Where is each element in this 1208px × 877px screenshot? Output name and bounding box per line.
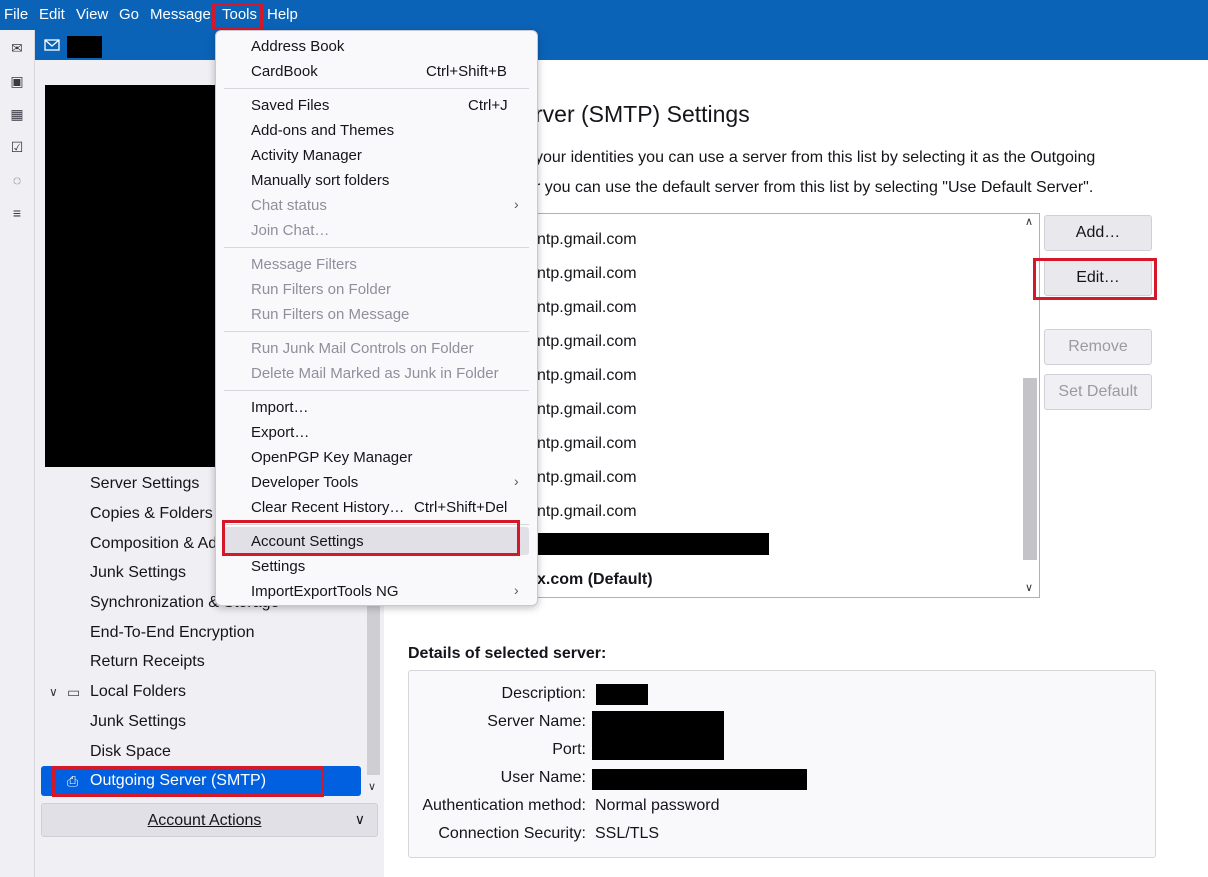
outgoing-highlight-box — [52, 766, 324, 797]
redacted-tab-title — [67, 36, 102, 58]
mail-tab-icon[interactable] — [44, 38, 62, 54]
add-button[interactable]: Add… — [1044, 215, 1152, 251]
menuitem-address-book[interactable]: Address Book — [251, 38, 344, 55]
server-list-item[interactable]: ntp.gmail.com — [537, 503, 637, 521]
menuitem-settings[interactable]: Settings — [251, 558, 305, 575]
server-list-item[interactable]: ntp.gmail.com — [537, 435, 637, 453]
redacted-user-name — [592, 769, 807, 790]
server-list-item[interactable]: ntp.gmail.com — [537, 333, 637, 351]
server-list-item[interactable]: ntp.gmail.com — [537, 469, 637, 487]
edit-highlight-box — [1033, 258, 1157, 300]
tree-e2e-encryption[interactable]: End-To-End Encryption — [90, 624, 255, 642]
tree-composition[interactable]: Composition & Ad — [90, 535, 217, 553]
tree-return-receipts[interactable]: Return Receipts — [90, 653, 205, 671]
port-label: Port: — [552, 741, 586, 758]
menuitem-sort-folders[interactable]: Manually sort folders — [251, 172, 389, 189]
chevron-down-icon: ∨ — [354, 811, 365, 827]
address-book-icon[interactable]: ▣ — [8, 72, 26, 90]
tools-highlight-box — [212, 3, 263, 31]
menu-go[interactable]: Go — [119, 6, 139, 23]
account-icon[interactable]: ≡ — [8, 204, 26, 222]
spaces-toolbar: ✉ ▣ ▦ ☑ ◌ ≡ — [0, 30, 35, 877]
user-name-label: User Name: — [500, 769, 586, 786]
menu-separator — [224, 390, 529, 391]
menuitem-importexporttools[interactable]: ImportExportTools NG — [251, 583, 399, 600]
menu-separator — [224, 88, 529, 89]
menuitem-import[interactable]: Import… — [251, 399, 309, 416]
default-server-item[interactable]: x.com (Default) — [537, 571, 653, 589]
folder-icon: ▭ — [67, 684, 81, 700]
menuitem-run-filters-folder[interactable]: Run Filters on Folder — [251, 281, 391, 298]
submenu-arrow-icon: › — [514, 196, 519, 212]
account-actions-label: Account Actions — [147, 812, 262, 829]
redacted-account-list — [45, 85, 217, 467]
shortcut-saved-files: Ctrl+J — [468, 97, 508, 114]
menu-help[interactable]: Help — [267, 6, 298, 23]
redacted-server-item — [533, 533, 769, 555]
auth-method-label: Authentication method: — [422, 797, 586, 814]
tasks-icon[interactable]: ☑ — [8, 138, 26, 156]
tree-local-junk-settings[interactable]: Junk Settings — [90, 713, 186, 731]
connection-security-value: SSL/TLS — [595, 825, 660, 842]
menuitem-run-filters-message[interactable]: Run Filters on Message — [251, 306, 409, 323]
menuitem-clear-history[interactable]: Clear Recent History… — [251, 499, 404, 516]
scroll-down-icon[interactable]: ∨ — [1025, 581, 1033, 594]
redacted-description — [596, 684, 648, 705]
menuitem-join-chat[interactable]: Join Chat… — [251, 222, 329, 239]
details-heading: Details of selected server: — [408, 645, 607, 662]
scroll-up-icon[interactable]: ∧ — [1025, 215, 1033, 228]
collapse-chevron-icon[interactable]: ∨ — [49, 685, 58, 699]
tree-junk-settings[interactable]: Junk Settings — [90, 564, 186, 582]
tree-disk-space[interactable]: Disk Space — [90, 743, 171, 761]
server-name-label: Server Name: — [487, 713, 586, 730]
connection-security-label: Connection Security: — [438, 825, 586, 842]
tree-local-folders[interactable]: Local Folders — [90, 683, 186, 701]
tab-strip — [0, 30, 1208, 60]
submenu-arrow-icon: › — [514, 582, 519, 598]
menuitem-run-junk-controls[interactable]: Run Junk Mail Controls on Folder — [251, 340, 474, 357]
server-list-item[interactable]: ntp.gmail.com — [537, 299, 637, 317]
menubar: File Edit View Go Message Tools Help — [0, 0, 1208, 30]
menu-message[interactable]: Message — [150, 6, 211, 23]
tree-server-settings[interactable]: Server Settings — [90, 475, 199, 493]
server-list-item[interactable]: ntp.gmail.com — [537, 401, 637, 419]
account-actions-button[interactable]: Account Actions ∨ — [41, 803, 378, 837]
description-line-2: r you can use the default server from th… — [535, 179, 1094, 196]
set-default-button[interactable]: Set Default — [1044, 374, 1152, 410]
menuitem-cardbook[interactable]: CardBook — [251, 63, 318, 80]
server-list-item[interactable]: ntp.gmail.com — [537, 265, 637, 283]
menuitem-activity-manager[interactable]: Activity Manager — [251, 147, 362, 164]
description-line-1: your identities you can use a server fro… — [535, 149, 1096, 166]
server-list-item[interactable]: ntp.gmail.com — [537, 231, 637, 249]
menuitem-delete-junk[interactable]: Delete Mail Marked as Junk in Folder — [251, 365, 499, 382]
menu-edit[interactable]: Edit — [39, 6, 65, 23]
menu-separator — [224, 331, 529, 332]
shortcut-clear-history: Ctrl+Shift+Del — [414, 499, 508, 516]
menuitem-saved-files[interactable]: Saved Files — [251, 97, 329, 114]
calendar-icon[interactable]: ▦ — [8, 105, 26, 123]
left-scroll-down-icon[interactable]: ∨ — [368, 780, 376, 793]
menuitem-message-filters[interactable]: Message Filters — [251, 256, 357, 273]
menu-view[interactable]: View — [76, 6, 108, 23]
tree-copies-folders[interactable]: Copies & Folders — [90, 505, 213, 523]
page-title: rver (SMTP) Settings — [535, 101, 750, 127]
menuitem-openpgp[interactable]: OpenPGP Key Manager — [251, 449, 412, 466]
chat-icon[interactable]: ◌ — [8, 171, 26, 189]
auth-method-value: Normal password — [595, 797, 720, 814]
menuitem-developer-tools[interactable]: Developer Tools — [251, 474, 358, 491]
remove-button[interactable]: Remove — [1044, 329, 1152, 365]
menuitem-chat-status[interactable]: Chat status — [251, 197, 327, 214]
menu-file[interactable]: File — [4, 6, 28, 23]
menuitem-addons-themes[interactable]: Add-ons and Themes — [251, 122, 394, 139]
menuitem-export[interactable]: Export… — [251, 424, 309, 441]
mail-space-icon[interactable]: ✉ — [8, 39, 26, 57]
submenu-arrow-icon: › — [514, 473, 519, 489]
account-settings-highlight-box — [222, 520, 520, 556]
menu-separator — [224, 247, 529, 248]
server-list-item[interactable]: ntp.gmail.com — [537, 367, 637, 385]
scroll-thumb[interactable] — [1023, 378, 1037, 560]
description-label: Description: — [501, 685, 586, 702]
redacted-server-port — [592, 711, 724, 760]
shortcut-cardbook: Ctrl+Shift+B — [426, 63, 507, 80]
